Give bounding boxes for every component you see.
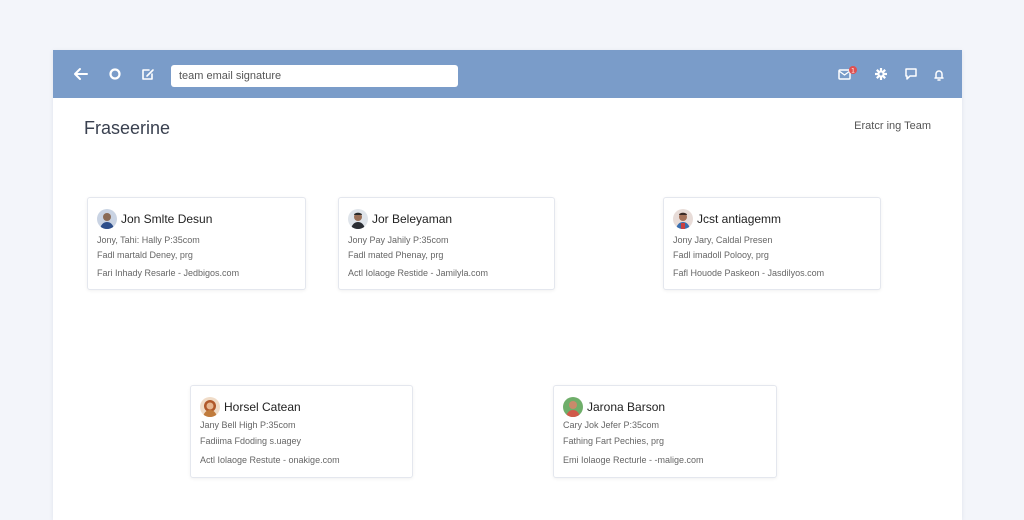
signature-card[interactable]: Jor Beleyaman Jony Pay Jahily P:35com Fa… — [338, 197, 555, 290]
notification-bell-icon[interactable] — [929, 64, 949, 84]
refresh-icon[interactable] — [105, 64, 125, 84]
contact-name: Jcst antiagemm — [697, 212, 782, 226]
contact-email: Fadl imadoll Polooy, prg — [673, 250, 769, 260]
contact-name: Jarona Barson — [587, 400, 666, 414]
contact-title: Jony Jary, Caldal Presen — [673, 235, 773, 245]
chat-icon[interactable] — [901, 64, 921, 84]
signature-card[interactable]: Jarona Barson Cary Jok Jefer P:35com Fat… — [553, 385, 777, 478]
contact-name: Jon Smlte Desun — [121, 212, 213, 226]
email-app-window: 1 Fraseerine Eratcr ing Team Jon Smlte D… — [53, 50, 962, 520]
signature-card[interactable]: Jcst antiagemm Jony Jary, Caldal Presen … — [663, 197, 881, 290]
contact-title: Jony Pay Jahily P:35com — [348, 235, 449, 245]
settings-gear-icon[interactable] — [871, 64, 891, 84]
contact-title: Jany Bell High P:35com — [200, 420, 296, 430]
avatar — [563, 397, 583, 417]
mail-notification-icon[interactable]: 1 — [838, 64, 858, 84]
compose-icon[interactable] — [138, 64, 158, 84]
team-link[interactable]: Eratcr ing Team — [854, 120, 931, 132]
notification-count: 1 — [851, 67, 855, 74]
contact-email: Fathing Fart Pechies, prg — [563, 436, 665, 446]
contact-title: Jony, Tahi: Hally P:35com — [97, 235, 200, 245]
back-arrow-icon[interactable] — [71, 64, 91, 84]
avatar — [97, 209, 117, 229]
contact-website: Actl Iolaoge Restute - onakige.com — [200, 455, 340, 465]
avatar — [200, 397, 220, 417]
page-title: Fraseerine — [84, 118, 171, 138]
toolbar: 1 — [53, 50, 962, 98]
contact-email: Fadl mated Phenay, prg — [348, 250, 444, 260]
contact-website: Fari Inhady Resarle - Jedbigos.com — [97, 268, 240, 278]
contact-title: Cary Jok Jefer P:35com — [563, 420, 660, 430]
contact-name: Jor Beleyaman — [372, 212, 453, 226]
contact-name: Horsel Catean — [224, 400, 301, 414]
contact-website: Emi Iolaoge Recturle - -malige.com — [563, 455, 704, 465]
contact-website: Actl Iolaoge Restide - Jamilyla.com — [348, 268, 489, 278]
search-input[interactable] — [171, 65, 458, 87]
contact-email: Fadiima Fdoding s.uagey — [200, 436, 302, 446]
signature-card[interactable]: Jon Smlte Desun Jony, Tahi: Hally P:35co… — [87, 197, 306, 290]
avatar — [673, 209, 693, 229]
contact-website: Fafl Houode Paskeon - Jasdilyos.com — [673, 268, 825, 278]
contact-email: Fadl martald Deney, prg — [97, 250, 193, 260]
signature-card[interactable]: Horsel Catean Jany Bell High P:35com Fad… — [190, 385, 413, 478]
avatar — [348, 209, 368, 229]
